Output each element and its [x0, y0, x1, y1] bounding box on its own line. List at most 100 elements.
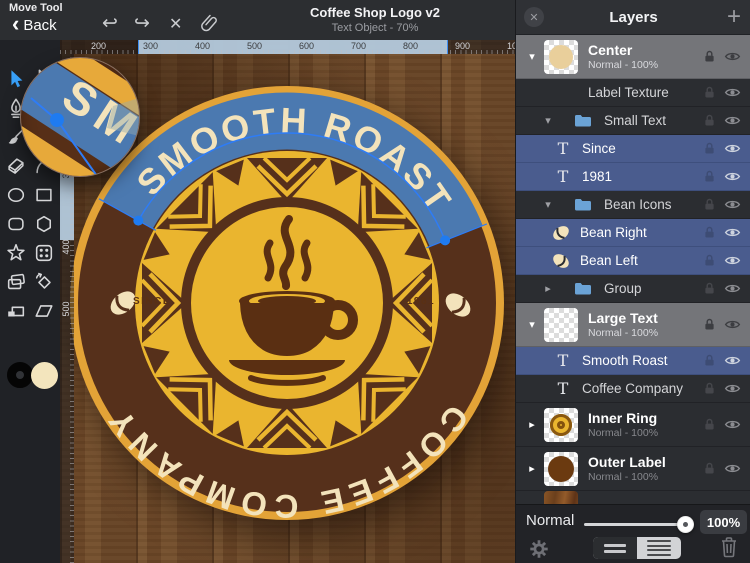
detailed-list-segment[interactable] — [637, 537, 681, 559]
lock-icon[interactable] — [704, 50, 715, 63]
add-layer-icon[interactable]: + — [727, 3, 741, 31]
visibility-icon[interactable] — [724, 319, 741, 330]
ruler-label: 400 — [61, 232, 71, 262]
logo-year-text[interactable]: 1981 — [407, 296, 435, 307]
parallelogram-tool-icon[interactable] — [30, 300, 58, 322]
layer-row-bean-left[interactable]: Bean Left — [516, 247, 750, 275]
rectangle-tool-icon[interactable] — [30, 184, 58, 206]
opacity-slider[interactable] — [584, 523, 690, 526]
logo-since-text[interactable]: SINCE — [133, 296, 171, 307]
layer-row-group[interactable]: ▸ Group — [516, 275, 750, 303]
visibility-icon[interactable] — [724, 355, 741, 366]
visibility-icon[interactable] — [724, 171, 741, 182]
lock-icon[interactable] — [704, 142, 715, 155]
visibility-icon[interactable] — [724, 283, 741, 294]
ellipse-tool-icon[interactable] — [2, 184, 30, 206]
lock-icon[interactable] — [704, 462, 715, 475]
star-tool-icon[interactable] — [2, 242, 30, 264]
photos-icon[interactable] — [2, 271, 30, 293]
ruler-label: 200 — [91, 41, 106, 51]
panel-close-icon[interactable]: ✕ — [524, 7, 544, 27]
layer-row-inner-ring[interactable]: ▸ Inner RingNormal - 100% — [516, 403, 750, 447]
layer-name: Outer Label — [588, 454, 704, 470]
settings-gear-icon[interactable] — [528, 538, 550, 563]
lock-icon[interactable] — [704, 318, 715, 331]
visibility-icon[interactable] — [724, 51, 741, 62]
layer-row-bean-icons-group[interactable]: ▾ Bean Icons — [516, 191, 750, 219]
lock-icon[interactable] — [704, 86, 715, 99]
back-button[interactable]: ‹Back — [12, 17, 57, 34]
magnifier-loupe: SM — [20, 57, 140, 177]
visibility-icon[interactable] — [724, 87, 741, 98]
layer-row-center[interactable]: ▾ CenterNormal - 100% — [516, 35, 750, 79]
opacity-value-button[interactable]: 100% — [700, 510, 747, 534]
disclosure-open-icon[interactable]: ▾ — [540, 114, 556, 127]
lock-icon[interactable] — [704, 226, 715, 239]
layer-thumbnail[interactable] — [544, 452, 578, 486]
opacity-slider-knob[interactable] — [677, 516, 694, 533]
layer-blend-info: Normal - 100% — [588, 471, 704, 483]
layer-name: Inner Ring — [588, 410, 704, 426]
ruler-label: 500 — [247, 41, 262, 51]
layer-row-since[interactable]: T Since — [516, 135, 750, 163]
disclosure-closed-icon[interactable]: ▸ — [540, 282, 556, 295]
undo-icon[interactable]: ↩ — [102, 14, 118, 33]
lock-icon[interactable] — [704, 282, 715, 295]
visibility-icon[interactable] — [724, 115, 741, 126]
disclosure-open-icon[interactable]: ▾ — [540, 198, 556, 211]
visibility-icon[interactable] — [724, 227, 741, 238]
ruler-label: 300 — [143, 41, 158, 51]
attachment-icon[interactable] — [199, 12, 220, 37]
layer-thumbnail[interactable] — [544, 491, 578, 504]
layer-row-partial[interactable] — [516, 491, 750, 504]
rounded-rectangle-tool-icon[interactable] — [2, 213, 30, 235]
visibility-icon[interactable] — [724, 199, 741, 210]
layer-name: Group — [604, 281, 642, 296]
visibility-icon[interactable] — [724, 255, 741, 266]
lock-icon[interactable] — [704, 254, 715, 267]
list-style-segmented-control[interactable] — [593, 537, 681, 559]
lock-icon[interactable] — [704, 114, 715, 127]
visibility-icon[interactable] — [724, 419, 741, 430]
layer-row-label-texture[interactable]: Label Texture — [516, 79, 750, 107]
selection-handle-left[interactable] — [133, 216, 143, 226]
fill-color-well[interactable] — [31, 362, 58, 389]
layer-row-1981[interactable]: T 1981 — [516, 163, 750, 191]
lock-icon[interactable] — [704, 354, 715, 367]
layer-row-bean-right[interactable]: Bean Right — [516, 219, 750, 247]
layer-row-large-text[interactable]: ▾ Large TextNormal - 100% — [516, 303, 750, 347]
transform-tool-icon[interactable] — [30, 271, 58, 293]
layer-thumbnail[interactable] — [544, 308, 578, 342]
disclosure-open-icon[interactable]: ▾ — [524, 50, 540, 63]
lock-icon[interactable] — [704, 170, 715, 183]
blend-mode-selector[interactable]: Normal — [526, 512, 574, 529]
layer-row-smooth-roast[interactable]: T Smooth Roast — [516, 347, 750, 375]
layer-row-outer-label[interactable]: ▸ Outer LabelNormal - 100% — [516, 447, 750, 491]
hexagon-tool-icon[interactable] — [30, 213, 58, 235]
disclosure-closed-icon[interactable]: ▸ — [524, 462, 540, 475]
shapes-palette-icon[interactable] — [30, 242, 58, 264]
visibility-icon[interactable] — [724, 383, 741, 394]
lock-icon[interactable] — [704, 418, 715, 431]
layer-thumbnail[interactable] — [544, 40, 578, 74]
disclosure-closed-icon[interactable]: ▸ — [524, 418, 540, 431]
stroke-color-well[interactable] — [7, 362, 33, 388]
lock-icon[interactable] — [704, 382, 715, 395]
layer-name: Smooth Roast — [582, 353, 668, 368]
layer-row-small-text-group[interactable]: ▾ Small Text — [516, 107, 750, 135]
crop-tool-icon[interactable] — [2, 300, 30, 322]
layer-thumbnail[interactable] — [544, 408, 578, 442]
disclosure-open-icon[interactable]: ▾ — [524, 318, 540, 331]
trash-icon[interactable] — [719, 536, 739, 563]
visibility-icon[interactable] — [724, 143, 741, 154]
text-layer-icon: T — [554, 167, 572, 186]
visibility-icon[interactable] — [724, 463, 741, 474]
selection-handle-right[interactable] — [440, 235, 450, 245]
lock-icon[interactable] — [704, 198, 715, 211]
compact-list-segment[interactable] — [593, 537, 637, 559]
folder-icon — [572, 281, 594, 296]
close-icon[interactable]: ✕ — [169, 15, 182, 34]
layer-row-coffee-company[interactable]: T Coffee Company — [516, 375, 750, 403]
redo-icon[interactable]: ↪ — [134, 14, 150, 33]
ruler-label: 800 — [403, 41, 418, 51]
